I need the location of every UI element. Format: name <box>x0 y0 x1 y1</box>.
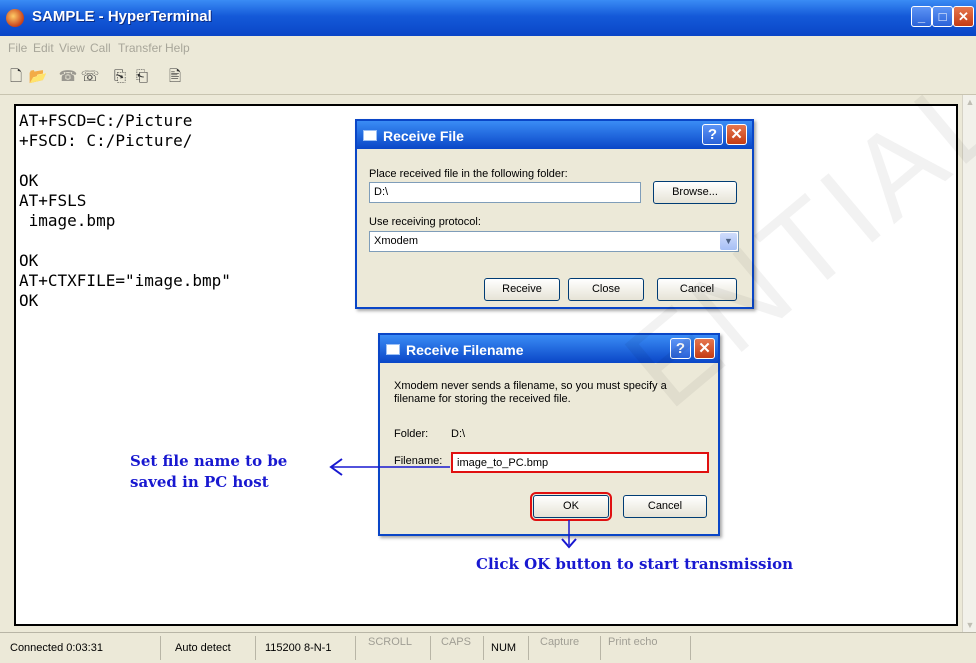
status-settings: 115200 8-N-1 <box>265 642 332 654</box>
dial-icon[interactable]: ☎ <box>58 68 78 86</box>
toolbar: 🗋 📂 ☎ ☏ ⎘ ⎗ 🖹 <box>0 60 976 95</box>
status-separator <box>690 636 691 660</box>
folder-value: D:\ <box>451 428 466 440</box>
status-scroll: SCROLL <box>368 636 413 648</box>
title-bar: SAMPLE - HyperTerminal _ □ ✕ <box>0 0 976 36</box>
help-button[interactable]: ? <box>702 124 723 145</box>
menu-bar: File Edit View Call Transfer Help <box>0 36 976 60</box>
send-icon[interactable]: ⎘ <box>110 68 130 86</box>
folder-label: Folder: <box>394 428 429 440</box>
open-icon[interactable]: 📂 <box>28 68 48 86</box>
menu-edit[interactable]: Edit <box>33 41 54 55</box>
receive-file-title: Receive File <box>383 128 464 144</box>
window-title: SAMPLE - HyperTerminal <box>32 8 212 25</box>
status-separator <box>160 636 161 660</box>
folder-label: Place received file in the following fol… <box>369 168 568 180</box>
close-icon[interactable]: ✕ <box>726 124 747 145</box>
new-icon[interactable]: 🗋 <box>6 68 26 86</box>
cancel-button[interactable]: Cancel <box>623 495 707 518</box>
status-separator <box>355 636 356 660</box>
status-connected: Connected 0:03:31 <box>10 642 103 654</box>
receive-filename-title: Receive Filename <box>406 342 524 358</box>
window-icon <box>363 130 377 141</box>
status-print-echo: Print echo <box>608 636 658 648</box>
menu-call[interactable]: Call <box>90 41 111 55</box>
status-bar: Connected 0:03:31 Auto detect 115200 8-N… <box>0 632 976 663</box>
status-detect: Auto detect <box>175 642 231 654</box>
protocol-select[interactable]: Xmodem ▼ <box>369 231 739 252</box>
protocol-label: Use receiving protocol: <box>369 216 481 228</box>
annotation-click-ok: Click OK button to start transmission <box>476 555 794 573</box>
menu-view[interactable]: View <box>59 41 85 55</box>
receive-file-titlebar: Receive File ? ✕ <box>357 121 752 149</box>
annotation-set-name-line2: saved in PC host <box>130 473 269 491</box>
protocol-value: Xmodem <box>374 235 419 247</box>
status-capture: Capture <box>540 636 580 648</box>
window-icon <box>386 344 400 355</box>
folder-input[interactable]: D:\ <box>369 182 641 203</box>
properties-icon[interactable]: 🖹 <box>165 68 185 86</box>
status-separator <box>483 636 484 660</box>
scroll-down-icon[interactable]: ▼ <box>963 618 976 632</box>
status-separator <box>600 636 601 660</box>
annotation-arrows <box>329 458 577 549</box>
menu-file[interactable]: File <box>8 41 27 55</box>
status-caps: CAPS <box>441 636 471 648</box>
status-num: NUM <box>491 642 517 654</box>
receive-icon[interactable]: ⎗ <box>132 68 152 86</box>
browse-button[interactable]: Browse... <box>653 181 737 204</box>
hyperterminal-window: SAMPLE - HyperTerminal _ □ ✕ File Edit V… <box>0 0 976 663</box>
close-dialog-button[interactable]: Close <box>568 278 644 301</box>
annotation-set-name-line1: Set file name to be <box>130 452 288 470</box>
disconnect-icon[interactable]: ☏ <box>80 68 100 86</box>
receive-button[interactable]: Receive <box>484 278 560 301</box>
terminal-output: AT+FSCD=C:/Picture +FSCD: C:/Picture/ OK… <box>19 111 231 310</box>
minimize-button[interactable]: _ <box>911 6 932 27</box>
status-separator <box>430 636 431 660</box>
hyperterminal-icon <box>6 9 24 27</box>
menu-help[interactable]: Help <box>165 41 190 55</box>
status-separator <box>528 636 529 660</box>
status-separator <box>255 636 256 660</box>
menu-transfer[interactable]: Transfer <box>118 41 162 55</box>
maximize-button[interactable]: □ <box>932 6 953 27</box>
